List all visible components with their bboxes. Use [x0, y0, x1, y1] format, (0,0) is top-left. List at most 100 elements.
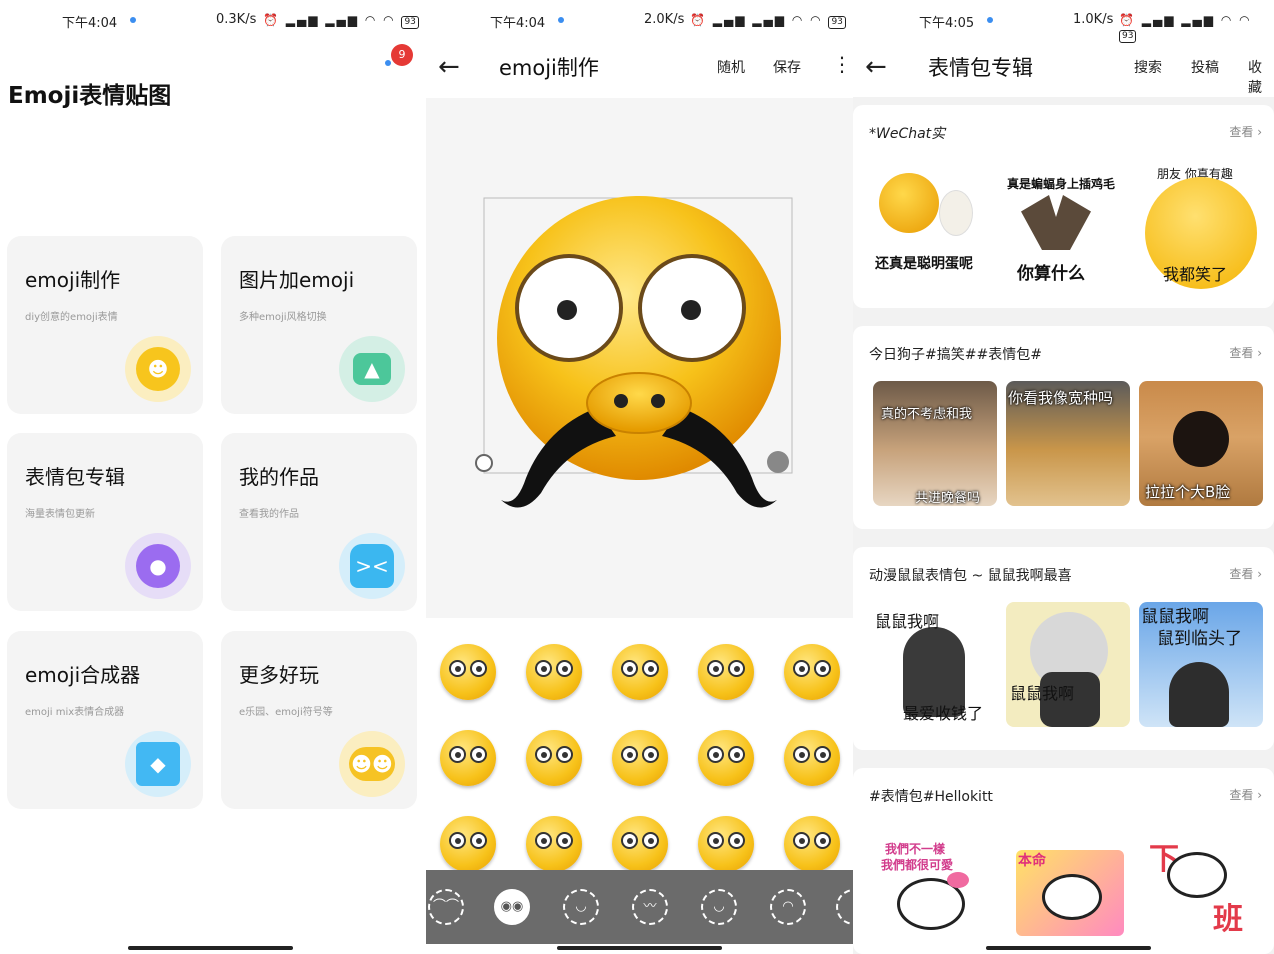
- status-bar: 下午4:04 2.0K/s ⏰ ▂▄▆ ▂▄▆ ◠ ◠ 93: [426, 10, 853, 32]
- emoji-maker-screen: 下午4:04 2.0K/s ⏰ ▂▄▆ ▂▄▆ ◠ ◠ 93 ← emoji制作…: [426, 0, 853, 954]
- emoji-canvas[interactable]: [426, 98, 853, 618]
- battery-icon: 93: [401, 16, 419, 29]
- section-title: #表情包#Hellokitt: [869, 789, 993, 805]
- card-title: emoji合成器: [25, 663, 141, 687]
- sticker-thumb[interactable]: 你看我像宽种吗: [1006, 381, 1130, 506]
- header: 下午4:05 1.0K/s ⏰ ▂▄▆ ▂▄▆ ◠ ◠ 93 ← 表情包专辑 搜…: [853, 0, 1274, 97]
- card-subtitle: 海量表情包更新: [25, 509, 95, 520]
- back-arrow-icon[interactable]: ←: [438, 52, 460, 82]
- card-title: 图片加emoji: [239, 268, 355, 292]
- view-more-link[interactable]: 查看 ›: [1229, 786, 1262, 803]
- view-more-link[interactable]: 查看 ›: [1229, 565, 1262, 582]
- card-emoji-mixer[interactable]: emoji合成器 emoji mix表情合成器 ◆: [7, 631, 203, 809]
- album-section[interactable]: 动漫鼠鼠表情包 ~ 鼠鼠我啊最喜 查看 › 鼠鼠我啊 最爱收钱了 鼠鼠我啊 鼠鼠…: [853, 547, 1274, 750]
- emoji-option[interactable]: [440, 816, 496, 872]
- card-my-works[interactable]: 我的作品 查看我的作品 ><: [221, 433, 417, 611]
- submit-button[interactable]: 投稿: [1191, 57, 1219, 77]
- sticker-albums-screen: 下午4:05 1.0K/s ⏰ ▂▄▆ ▂▄▆ ◠ ◠ 93 ← 表情包专辑 搜…: [853, 0, 1274, 954]
- sticker-thumb[interactable]: 拉拉个大B脸: [1139, 381, 1263, 506]
- album-section[interactable]: 今日狗子#搞笑##表情包# 查看 › 真的不考虑和我 共进晚餐吗 你看我像宽种吗…: [853, 326, 1274, 529]
- more-vert-icon[interactable]: ⋮: [832, 52, 852, 76]
- sticker-thumb[interactable]: 鼠鼠我啊 最爱收钱了: [873, 602, 997, 727]
- signal-icon: ▂▄▆: [285, 13, 320, 27]
- ghost-icon: ><: [339, 533, 405, 599]
- online-dot-icon: [385, 60, 391, 66]
- signal2-icon: ▂▄▆: [752, 13, 786, 27]
- tab-mouth[interactable]: ◡: [563, 889, 599, 925]
- battery-icon: 93: [828, 16, 846, 29]
- card-emoji-maker[interactable]: emoji制作 diy创意的emoji表情 ☻: [7, 236, 203, 414]
- emoji-option[interactable]: [440, 730, 496, 786]
- signal2-icon: ▂▄▆: [1181, 13, 1215, 27]
- emoji-option[interactable]: [526, 730, 582, 786]
- sticker-thumb[interactable]: 鼠鼠我啊: [1006, 602, 1130, 727]
- toolbar: ← emoji制作 随机 保存 ⋮: [426, 44, 853, 90]
- sticker-thumb[interactable]: 真是蝙蝠身上插鸡毛 你算什么: [999, 165, 1123, 290]
- album-section[interactable]: *WeChat实 查看 › 还真是聪明蛋呢 真是蝙蝠身上插鸡毛 你算什么 朋友 …: [853, 105, 1274, 308]
- page-title: emoji制作: [499, 56, 599, 80]
- tab-eyes[interactable]: ◉◉: [494, 889, 530, 925]
- signal-icon: ▂▄▆: [712, 13, 747, 27]
- emoji-option[interactable]: [526, 816, 582, 872]
- image-icon: ▲: [339, 336, 405, 402]
- album-section[interactable]: #表情包#Hellokitt 查看 › 我們不一樣 我們都很可愛 本命 下 班: [853, 768, 1274, 954]
- sticker-thumb[interactable]: 朋友 你真有趣 我都笑了: [1137, 165, 1261, 290]
- emoji-option[interactable]: [784, 644, 840, 700]
- emoji-option[interactable]: [526, 644, 582, 700]
- alarm-icon: ⏰: [263, 13, 280, 27]
- smiley-icon: ☻: [125, 336, 191, 402]
- card-more-fun[interactable]: 更多好玩 e乐园、emoji符号等 ☻☻: [221, 631, 417, 809]
- save-button[interactable]: 保存: [773, 57, 801, 77]
- emoji-option[interactable]: [784, 730, 840, 786]
- wifi-icon: ◠: [1220, 13, 1234, 27]
- home-indicator[interactable]: [557, 946, 722, 950]
- sticker-thumb[interactable]: 本命: [1006, 832, 1130, 954]
- emoji-option[interactable]: [698, 644, 754, 700]
- alarm-icon: ⏰: [1119, 13, 1136, 27]
- tab-mustache[interactable]: 〰: [632, 889, 668, 925]
- tab-more[interactable]: [836, 889, 853, 925]
- back-arrow-icon[interactable]: ←: [865, 52, 887, 82]
- signal-icon: ▂▄▆: [1141, 13, 1176, 27]
- status-time: 下午4:04: [490, 16, 546, 31]
- palette-icon: ●: [125, 533, 191, 599]
- card-sticker-albums[interactable]: 表情包专辑 海量表情包更新 ●: [7, 433, 203, 611]
- sticker-thumb[interactable]: 鼠鼠我啊 鼠到临头了: [1139, 602, 1263, 727]
- emoji-preview: [475, 196, 793, 508]
- sticker-thumb[interactable]: 我們不一樣 我們都很可愛: [873, 832, 997, 954]
- network-speed: 0.3K/s: [216, 12, 257, 27]
- search-button[interactable]: 搜索: [1134, 57, 1162, 77]
- home-indicator[interactable]: [986, 946, 1151, 950]
- emoji-option[interactable]: [784, 816, 840, 872]
- status-bar: 下午4:05 1.0K/s ⏰ ▂▄▆ ▂▄▆ ◠ ◠ 93: [853, 10, 1274, 43]
- favorites-button[interactable]: 收藏: [1248, 57, 1274, 97]
- random-button[interactable]: 随机: [717, 57, 745, 77]
- tab-frown[interactable]: ◠: [770, 889, 806, 925]
- emoji-option[interactable]: [698, 730, 754, 786]
- sticker-thumb[interactable]: 还真是聪明蛋呢: [869, 165, 993, 290]
- part-tabs: ⌒⌒ ◉◉ ◡ 〰 ◡ ◠: [426, 870, 853, 944]
- emoji-option[interactable]: [612, 730, 668, 786]
- sticker-thumb[interactable]: 真的不考虑和我 共进晚餐吗: [873, 381, 997, 506]
- emoji-option[interactable]: [612, 644, 668, 700]
- emoji-option[interactable]: [612, 816, 668, 872]
- alarm-icon: ⏰: [690, 13, 707, 27]
- emoji-option[interactable]: [440, 644, 496, 700]
- twin-emoji-icon: ☻☻: [339, 731, 405, 797]
- section-title: 今日狗子#搞笑##表情包#: [869, 347, 1042, 363]
- tab-eyes-closed[interactable]: ⌒⌒: [428, 889, 464, 925]
- card-subtitle: 多种emoji风格切换: [239, 312, 327, 323]
- view-more-link[interactable]: 查看 ›: [1229, 123, 1262, 140]
- tab-smile[interactable]: ◡: [701, 889, 737, 925]
- status-icons: ⏰ ▂▄▆ ▂▄▆ ◠ ◠ 93: [263, 13, 419, 29]
- home-indicator[interactable]: [128, 946, 293, 950]
- card-title: 我的作品: [239, 465, 319, 489]
- notification-dot-icon: [558, 17, 564, 23]
- emoji-option[interactable]: [698, 816, 754, 872]
- card-title: emoji制作: [25, 268, 121, 292]
- view-more-link[interactable]: 查看 ›: [1229, 344, 1262, 361]
- card-image-emoji[interactable]: 图片加emoji 多种emoji风格切换 ▲: [221, 236, 417, 414]
- sticker-thumb[interactable]: 下 班: [1139, 832, 1263, 954]
- card-subtitle: diy创意的emoji表情: [25, 312, 118, 323]
- page-title: 表情包专辑: [928, 56, 1033, 80]
